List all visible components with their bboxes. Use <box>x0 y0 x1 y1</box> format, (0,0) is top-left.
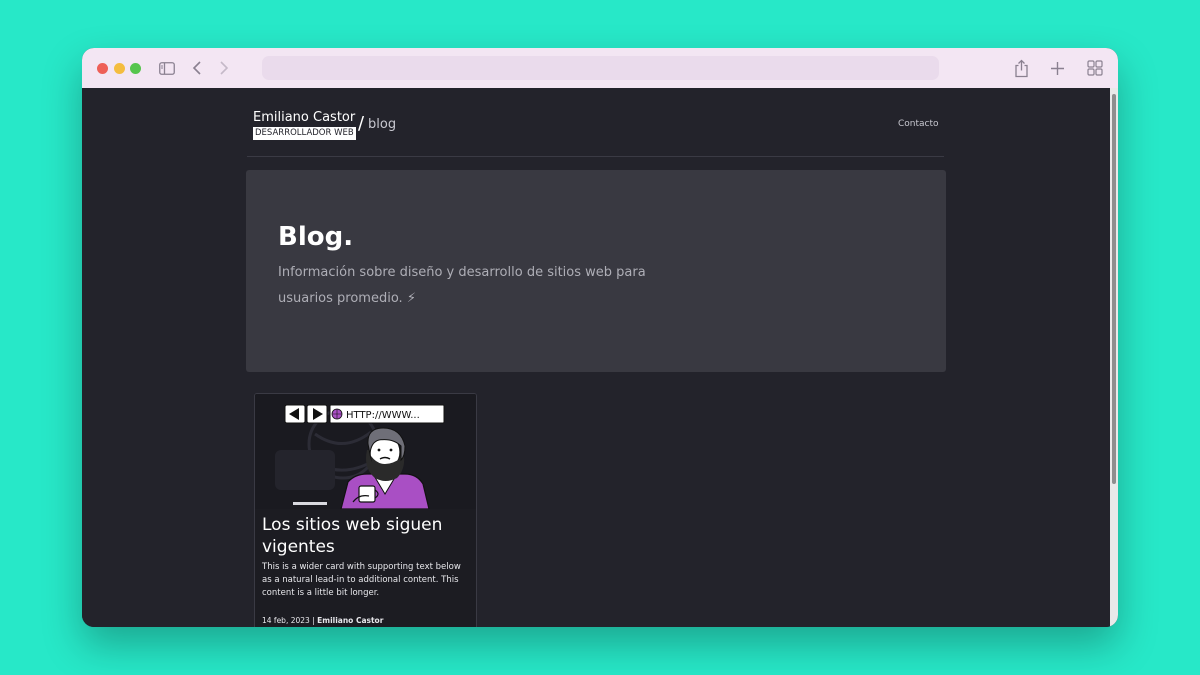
header-divider <box>247 156 944 157</box>
page-title: Blog. <box>278 222 354 252</box>
tab-overview-icon[interactable] <box>1086 58 1104 78</box>
back-icon[interactable] <box>190 58 204 78</box>
post-date: 14 feb, 2023 <box>262 616 310 625</box>
web-page: Emiliano Castor DESARROLLADOR WEB / blog… <box>82 88 1110 627</box>
maximize-window-button[interactable] <box>130 63 141 74</box>
post-author: Emiliano Castor <box>317 616 384 625</box>
post-title[interactable]: Los sitios web siguen vigentes <box>262 514 472 558</box>
hero-banner: Blog. Información sobre diseño y desarro… <box>246 170 946 372</box>
sidebar-icon[interactable] <box>158 58 176 78</box>
browser-toolbar <box>82 48 1118 88</box>
site-author-name[interactable]: Emiliano Castor <box>253 110 355 125</box>
post-excerpt: This is a wider card with supporting tex… <box>262 562 461 598</box>
close-window-button[interactable] <box>97 63 108 74</box>
post-meta: 14 feb, 2023 | Emiliano Castor <box>262 616 383 625</box>
post-illustration: HTTP://WWW... <box>255 394 476 510</box>
browser-window: Emiliano Castor DESARROLLADOR WEB / blog… <box>82 48 1118 627</box>
scrollbar-thumb[interactable] <box>1112 94 1116 484</box>
site-tagline-badge: DESARROLLADOR WEB <box>253 127 356 140</box>
illustration-url-text: HTTP://WWW... <box>346 410 420 421</box>
address-bar[interactable] <box>262 56 939 80</box>
breadcrumb-blog[interactable]: blog <box>368 117 396 132</box>
post-meta-separator: | <box>312 616 315 625</box>
minimize-window-button[interactable] <box>114 63 125 74</box>
blog-post-card[interactable]: HTTP://WWW... Los sitios web siguen vige… <box>254 393 477 627</box>
forward-icon[interactable] <box>217 58 231 78</box>
nav-contact-link[interactable]: Contacto <box>898 119 939 129</box>
page-description: Información sobre diseño y desarrollo de… <box>278 265 646 306</box>
new-tab-icon[interactable] <box>1049 58 1065 78</box>
page-scrollbar[interactable] <box>1110 88 1118 627</box>
breadcrumb-separator: / <box>358 113 365 134</box>
share-icon[interactable] <box>1013 58 1029 78</box>
